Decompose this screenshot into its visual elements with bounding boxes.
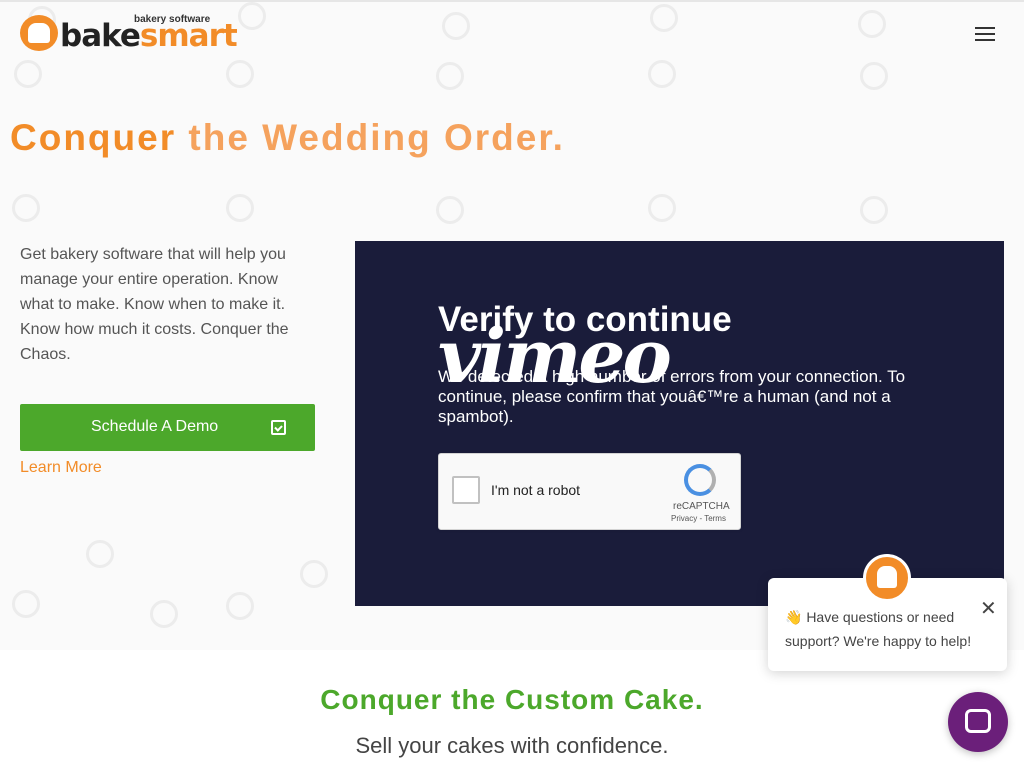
hero-title: Conquer the Wedding Order. <box>10 116 565 160</box>
recaptcha-icon <box>684 464 716 496</box>
verify-message: We detected a high number of errors from… <box>438 367 906 426</box>
vimeo-embed[interactable]: Verify to continue vimeo We detected a h… <box>355 241 1004 606</box>
hero-title-part1: Conquer <box>10 117 189 158</box>
hamburger-icon[interactable] <box>975 27 995 43</box>
section-subtitle: Sell your cakes with confidence. <box>355 733 669 758</box>
hero-intro: Get bakery software that will help you m… <box>20 246 289 363</box>
calendar-check-icon <box>271 420 286 435</box>
schedule-demo-button[interactable]: Schedule A Demo <box>20 404 315 451</box>
logo-word-smart: smart <box>139 18 238 54</box>
close-icon[interactable]: ✕ <box>980 598 997 620</box>
learn-more-link[interactable]: Learn More <box>20 459 102 477</box>
recaptcha-label: I'm not a robot <box>491 482 581 498</box>
schedule-demo-label: Schedule A Demo <box>91 418 219 435</box>
top-border <box>0 0 1024 2</box>
chat-icon[interactable] <box>948 692 1008 752</box>
recaptcha-widget[interactable]: I'm not a robot reCAPTCHA Privacy - Term… <box>438 453 741 530</box>
hero-title-part2: the Wedding Order. <box>188 117 565 158</box>
logo-word-bake: bake <box>60 18 141 54</box>
section-title: Conquer the Custom Cake. <box>320 684 704 715</box>
recaptcha-brand: reCAPTCHA <box>673 501 730 512</box>
bakesmart-logo[interactable]: bakery software bakesmart <box>20 13 238 53</box>
recaptcha-terms-link[interactable]: Privacy - Terms <box>671 514 726 523</box>
chat-avatar <box>863 554 911 602</box>
recaptcha-checkbox[interactable] <box>452 476 480 504</box>
chef-hat-logo-icon <box>20 15 58 51</box>
chat-message: 👋 Have questions or need support? We're … <box>785 609 972 649</box>
logo-wordmark: bakesmart <box>60 18 238 54</box>
